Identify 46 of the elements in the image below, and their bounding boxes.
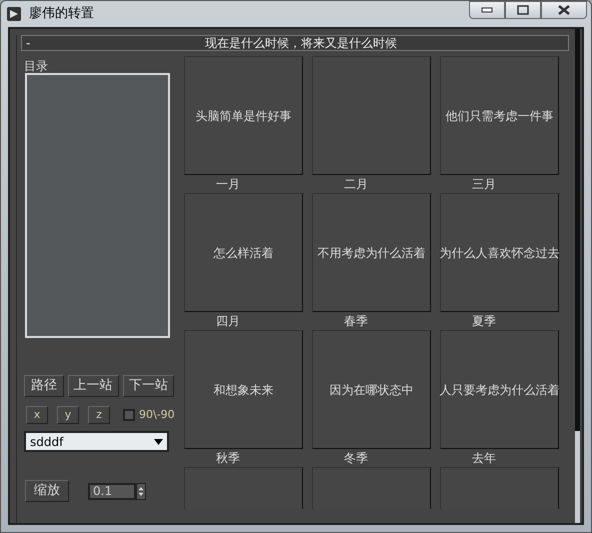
close-icon [558, 5, 570, 15]
list-box[interactable] [25, 73, 170, 338]
minimize-button[interactable] [469, 1, 505, 19]
tile-button[interactable]: 他们只需考虑一件事 [440, 56, 559, 175]
rollout-header[interactable]: - 现在是什么时候，将来又是什么时候 [21, 35, 569, 51]
tile-button[interactable]: 头脑简单是件好事 [184, 56, 303, 175]
minimize-icon [481, 7, 493, 13]
window-title: 廖伟的转置 [29, 5, 94, 24]
dropdown-arrow-icon [154, 438, 163, 444]
nav-button[interactable]: 上一站 [68, 375, 119, 397]
spinner-arrows-icon[interactable] [136, 482, 146, 500]
tile-button[interactable] [184, 467, 303, 509]
nav-button[interactable]: 下一站 [122, 375, 174, 397]
app-icon [7, 7, 21, 21]
close-button[interactable] [541, 1, 587, 19]
tile-caption: 去年 [472, 451, 496, 465]
tile-caption: 一月 [216, 177, 240, 191]
axis-button[interactable]: x [26, 406, 48, 424]
tile-button[interactable]: 怎么样活着 [184, 193, 303, 312]
maximize-button[interactable] [505, 1, 541, 19]
axis-button[interactable]: y [57, 406, 79, 424]
tile-button[interactable] [312, 467, 431, 509]
tile-button[interactable] [440, 467, 559, 509]
maximize-icon [517, 5, 529, 15]
tile-button[interactable]: 不用考虑为什么活着 [312, 193, 431, 312]
checkbox-label: 90\-90 [139, 406, 175, 423]
tile-caption: 四月 [216, 314, 240, 328]
axis-button[interactable]: z [88, 406, 110, 424]
scrollbar-thumb[interactable] [575, 431, 580, 523]
list-label: 目录 [24, 58, 49, 73]
tile-button[interactable]: 为什么人喜欢怀念过去 [440, 193, 559, 312]
tile-caption: 二月 [344, 177, 368, 191]
tile-caption: 冬季 [344, 451, 368, 465]
tile-button[interactable]: 和想象未来 [184, 330, 303, 449]
zoom-button[interactable]: 缩放 [25, 480, 69, 502]
tile-caption: 三月 [472, 177, 496, 191]
nav-button[interactable]: 路径 [24, 375, 64, 397]
tile-caption: 夏季 [472, 314, 496, 328]
zoom-spinner-field[interactable]: 0.1 [88, 482, 136, 500]
tile-button[interactable]: 人只要考虑为什么活着 [440, 330, 559, 449]
tile-button[interactable] [312, 56, 431, 175]
dropdown[interactable]: sdddf [24, 431, 169, 452]
tile-caption: 春季 [344, 314, 368, 328]
checkbox[interactable] [123, 409, 135, 421]
tile-button[interactable]: 因为在哪状态中 [312, 330, 431, 449]
tile-caption: 秋季 [216, 451, 240, 465]
